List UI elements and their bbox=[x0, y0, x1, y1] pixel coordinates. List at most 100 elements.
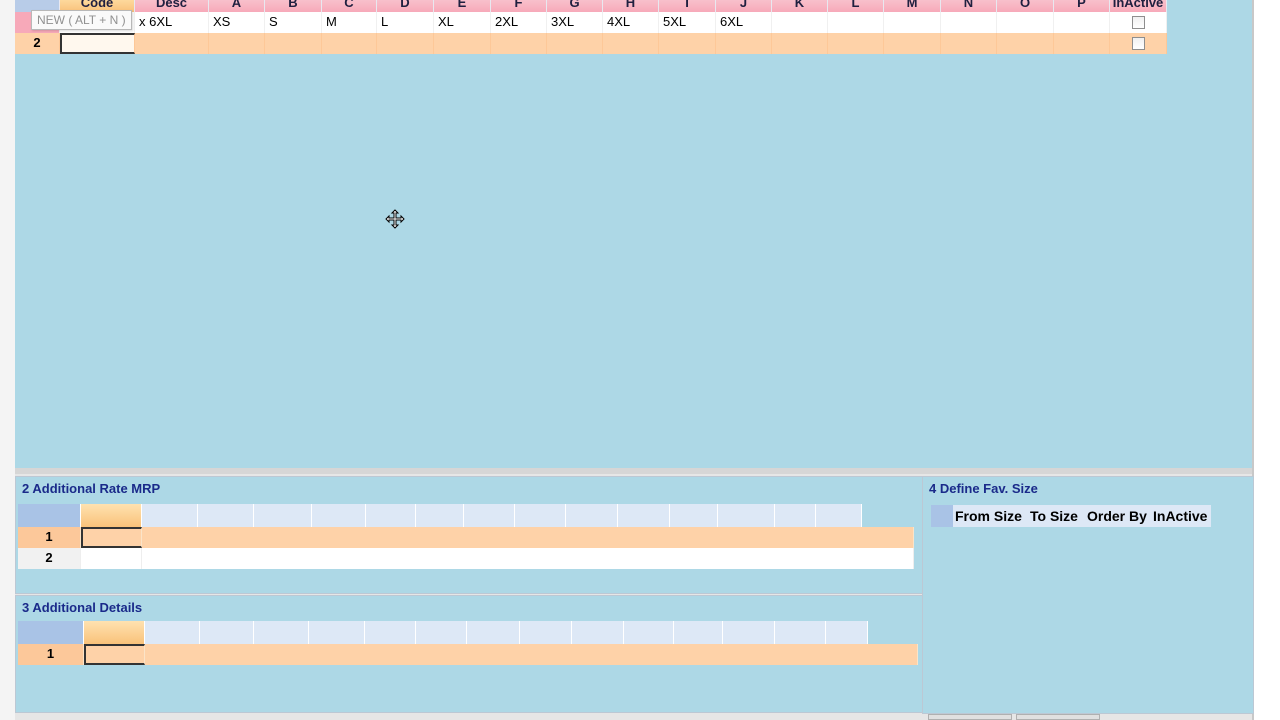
cell-c[interactable] bbox=[322, 33, 377, 54]
cell-a[interactable]: XS bbox=[209, 12, 265, 33]
cell-i[interactable] bbox=[659, 33, 716, 54]
cell-i[interactable]: 5XL bbox=[659, 12, 716, 33]
inactive-checkbox[interactable] bbox=[1131, 37, 1145, 50]
column-header[interactable] bbox=[826, 621, 868, 644]
column-header[interactable] bbox=[198, 504, 254, 527]
col-header-o[interactable]: O bbox=[997, 0, 1054, 12]
col-header-c[interactable]: C bbox=[322, 0, 377, 12]
table-row[interactable]: 2 bbox=[18, 548, 914, 569]
col-header-p[interactable]: P bbox=[1054, 0, 1110, 12]
col-header-i[interactable]: I bbox=[659, 0, 716, 12]
cell-j[interactable]: 6XL bbox=[716, 12, 772, 33]
cell-l[interactable] bbox=[828, 33, 884, 54]
column-header[interactable] bbox=[624, 621, 674, 644]
bottom-tab[interactable] bbox=[1016, 714, 1100, 720]
column-header[interactable] bbox=[572, 621, 624, 644]
grid-corner-cell[interactable] bbox=[931, 505, 953, 527]
row-cells[interactable] bbox=[142, 548, 914, 569]
inactive-checkbox[interactable] bbox=[1131, 16, 1145, 29]
cell-desc[interactable]: x 6XL bbox=[135, 12, 209, 33]
cell-editor[interactable] bbox=[81, 527, 142, 548]
column-header[interactable] bbox=[84, 621, 145, 644]
column-header[interactable] bbox=[718, 504, 775, 527]
col-header-inactive[interactable]: InActive bbox=[1110, 0, 1167, 12]
cell-n[interactable] bbox=[941, 12, 997, 33]
table-row[interactable]: 1 bbox=[18, 644, 918, 665]
col-header-d[interactable]: D bbox=[377, 0, 434, 12]
row-number[interactable]: 1 bbox=[18, 527, 81, 548]
col-header-k[interactable]: K bbox=[772, 0, 828, 12]
column-header[interactable] bbox=[254, 621, 309, 644]
cell-e[interactable]: XL bbox=[434, 12, 491, 33]
col-header-b[interactable]: B bbox=[265, 0, 322, 12]
column-header[interactable] bbox=[200, 621, 254, 644]
column-header[interactable] bbox=[464, 504, 515, 527]
table-row[interactable]: 2 bbox=[15, 33, 1167, 54]
cell-p[interactable] bbox=[1054, 12, 1110, 33]
cell-f[interactable] bbox=[491, 33, 547, 54]
col-header-desc[interactable]: Desc bbox=[135, 0, 209, 12]
column-header[interactable] bbox=[674, 621, 723, 644]
cell-g[interactable]: 3XL bbox=[547, 12, 603, 33]
column-header[interactable] bbox=[816, 504, 862, 527]
cell-e[interactable] bbox=[434, 33, 491, 54]
horizontal-splitter[interactable] bbox=[15, 468, 1252, 474]
column-header[interactable] bbox=[566, 504, 618, 527]
cell-o[interactable] bbox=[997, 12, 1054, 33]
col-header-j[interactable]: J bbox=[716, 0, 772, 12]
cell-p[interactable] bbox=[1054, 33, 1110, 54]
column-header[interactable] bbox=[520, 621, 572, 644]
cell-d[interactable]: L bbox=[377, 12, 434, 33]
column-header[interactable] bbox=[515, 504, 566, 527]
column-header[interactable] bbox=[312, 504, 366, 527]
column-header[interactable] bbox=[366, 504, 416, 527]
cell-d[interactable] bbox=[377, 33, 434, 54]
cell-a[interactable] bbox=[209, 33, 265, 54]
column-header[interactable] bbox=[142, 504, 198, 527]
row-number[interactable]: 1 bbox=[18, 644, 84, 665]
col-header-from-size[interactable]: From Size bbox=[953, 505, 1028, 527]
col-header-inactive[interactable]: InActive bbox=[1151, 505, 1211, 527]
cell-l[interactable] bbox=[828, 12, 884, 33]
column-header[interactable] bbox=[81, 504, 142, 527]
grid-corner-cell[interactable] bbox=[18, 621, 84, 644]
col-header-h[interactable]: H bbox=[603, 0, 659, 12]
cell-k[interactable] bbox=[772, 12, 828, 33]
column-header[interactable] bbox=[618, 504, 670, 527]
col-header-g[interactable]: G bbox=[547, 0, 603, 12]
col-header-a[interactable]: A bbox=[209, 0, 265, 12]
cell-desc[interactable] bbox=[135, 33, 209, 54]
col-header-f[interactable]: F bbox=[491, 0, 547, 12]
cell-j[interactable] bbox=[716, 33, 772, 54]
column-header[interactable] bbox=[775, 621, 826, 644]
col-header-order-by[interactable]: Order By bbox=[1085, 505, 1151, 527]
cell-m[interactable] bbox=[884, 33, 941, 54]
cell-h[interactable]: 4XL bbox=[603, 12, 659, 33]
grid-corner-cell[interactable] bbox=[18, 504, 81, 527]
cell-f[interactable]: 2XL bbox=[491, 12, 547, 33]
table-row[interactable]: x 6XL XS S M L XL 2XL 3XL 4XL 5XL 6XL bbox=[15, 12, 1167, 33]
col-header-l[interactable]: L bbox=[828, 0, 884, 12]
col-header-to-size[interactable]: To Size bbox=[1028, 505, 1085, 527]
column-header[interactable] bbox=[254, 504, 312, 527]
cell-b[interactable]: S bbox=[265, 12, 322, 33]
row-number[interactable]: 2 bbox=[18, 548, 81, 569]
column-header[interactable] bbox=[365, 621, 416, 644]
cell-g[interactable] bbox=[547, 33, 603, 54]
cell-h[interactable] bbox=[603, 33, 659, 54]
cell-b[interactable] bbox=[265, 33, 322, 54]
column-header[interactable] bbox=[145, 621, 200, 644]
row-number[interactable]: 2 bbox=[15, 33, 60, 54]
column-header[interactable] bbox=[775, 504, 816, 527]
col-header-m[interactable]: M bbox=[884, 0, 941, 12]
column-header[interactable] bbox=[309, 621, 365, 644]
cell[interactable] bbox=[81, 548, 142, 569]
col-header-n[interactable]: N bbox=[941, 0, 997, 12]
column-header[interactable] bbox=[416, 621, 467, 644]
cell-m[interactable] bbox=[884, 12, 941, 33]
cell-code-editor[interactable] bbox=[60, 33, 135, 54]
cell-o[interactable] bbox=[997, 33, 1054, 54]
row-cells[interactable] bbox=[142, 527, 914, 548]
col-header-e[interactable]: E bbox=[434, 0, 491, 12]
cell-editor[interactable] bbox=[84, 644, 145, 665]
